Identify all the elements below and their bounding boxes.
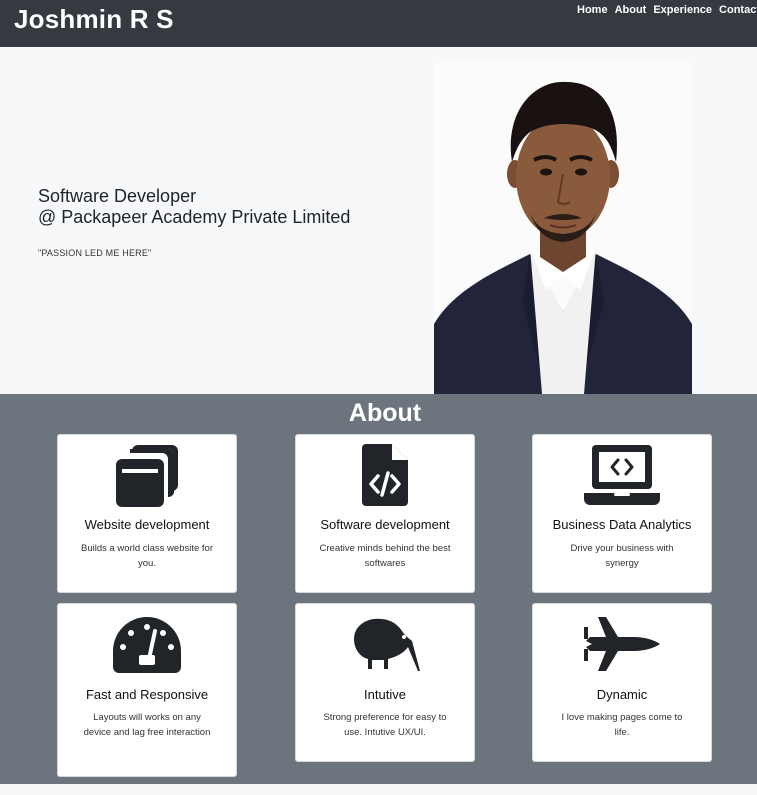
- card-text: I love making pages come to life.: [561, 712, 683, 738]
- card-title: Fast and Responsive: [85, 687, 209, 702]
- card-fast-and-responsive[interactable]: Fast and Responsive Layouts will works o…: [57, 603, 237, 777]
- card-text: Creative minds behind the best softwares: [319, 543, 451, 569]
- hero-title-company: @ Packapeer Academy Private Limited: [38, 207, 351, 227]
- profile-photo: [434, 62, 692, 394]
- next-section-edge: [0, 784, 757, 795]
- card-text: Strong preference for easy to use. Intut…: [323, 712, 447, 738]
- about-section: About Website development Builds a world…: [0, 394, 757, 784]
- nav-link-about[interactable]: About: [615, 4, 647, 16]
- card-title: Dynamic: [596, 687, 648, 702]
- about-heading: About: [348, 399, 422, 427]
- window-stack-icon: [116, 445, 178, 512]
- card-text: Builds a world class website for you.: [81, 543, 213, 569]
- card-text: Layouts will works on any device and lag…: [83, 712, 211, 738]
- laptop-code-icon: [584, 445, 660, 512]
- speedometer-icon: [113, 617, 181, 678]
- brand-name[interactable]: Joshmin R S: [14, 4, 174, 35]
- hero-section: Software Developer @ Packapeer Academy P…: [0, 47, 757, 394]
- nav-link-contact[interactable]: Contact Me: [719, 4, 757, 16]
- nav-link-home[interactable]: Home: [577, 4, 608, 16]
- fighter-jet-icon: [584, 617, 660, 676]
- hero-title-role: Software Developer: [38, 186, 197, 206]
- card-title: Software development: [320, 517, 450, 532]
- navbar: Joshmin R S Home About Experience Contact M…: [0, 0, 757, 47]
- card-business-data-analytics[interactable]: Business Data Analytics Drive your busin…: [532, 434, 712, 593]
- card-text: Drive your business with synergy: [570, 543, 674, 569]
- code-file-icon: [362, 444, 408, 511]
- card-title: Business Data Analytics: [552, 517, 692, 532]
- kiwi-bird-icon: [350, 617, 420, 676]
- hero-tagline: "PASSION LED ME HERE": [38, 248, 152, 258]
- card-website-development[interactable]: Website development Builds a world class…: [57, 434, 237, 593]
- hero-title: Software Developer @ Packapeer Academy P…: [38, 186, 350, 228]
- nav-link-experience[interactable]: Experience: [653, 4, 712, 16]
- card-dynamic[interactable]: Dynamic I love making pages come to life…: [532, 603, 712, 762]
- card-intutive[interactable]: Intutive Strong preference for easy to u…: [295, 603, 475, 762]
- card-title: Intutive: [364, 687, 406, 702]
- card-software-development[interactable]: Software development Creative minds behi…: [295, 434, 475, 593]
- card-title: Website development: [84, 517, 210, 532]
- nav-links: Home About Experience Contact Me: [577, 4, 757, 16]
